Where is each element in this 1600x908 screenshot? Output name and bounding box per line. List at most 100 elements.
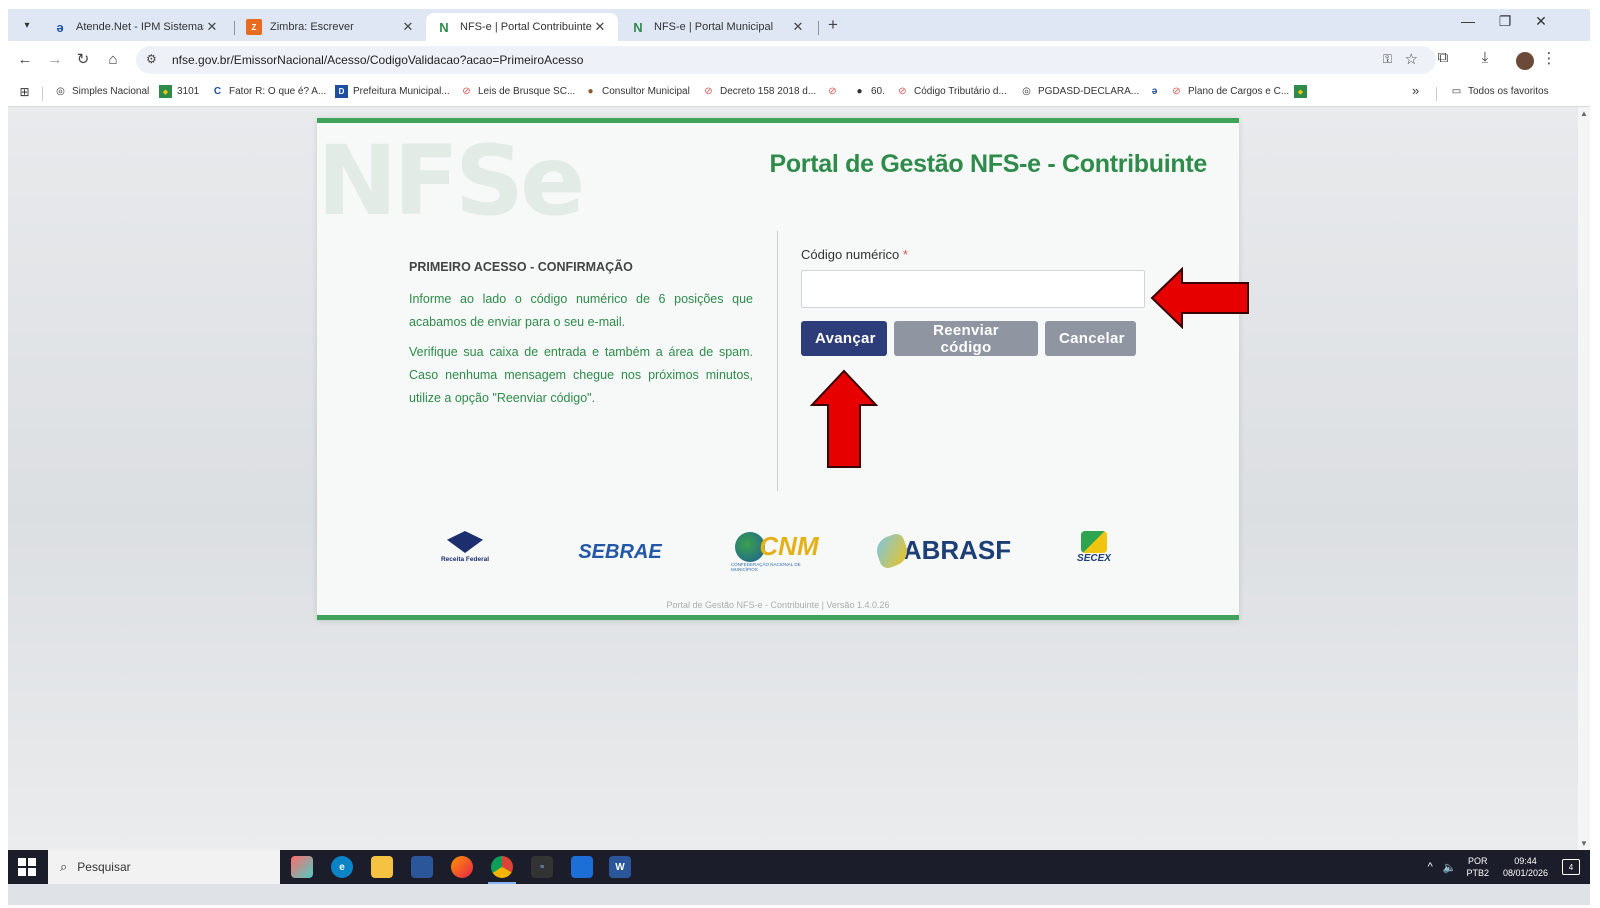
arrow-up-annotation-icon [810,369,878,468]
portal-card: NFSe Portal de Gestão NFS-e - Contribuin… [317,118,1239,620]
apps-grid-icon[interactable]: ⊞ [18,85,36,99]
secex-mark [1081,531,1107,553]
profile-avatar[interactable] [1516,52,1534,70]
tab-separator [818,21,819,35]
tab-title: NFS-e | Portal Contribuinte [460,21,592,33]
bookmark-leis-brusque[interactable]: ⊘ Leis de Brusque SC... [460,85,575,98]
clock[interactable]: 09:44 08/01/2026 [1503,855,1548,879]
tray-chevron-icon[interactable]: ^ [1428,861,1433,873]
person-icon: ● [587,86,594,97]
avancar-button[interactable]: Avançar [801,321,887,356]
bookmark-plano-cargos[interactable]: ⊘ Plano de Cargos e C... [1170,85,1289,98]
back-icon[interactable]: ← [14,49,36,71]
download-icon[interactable]: ⤓ [1474,49,1496,66]
copilot-icon[interactable] [291,856,313,878]
new-tab-button[interactable]: + [828,15,838,35]
tab-title: Atende.Net - IPM Sistemas Ltda [76,21,204,33]
notification-icon[interactable]: 4 [1562,859,1580,875]
tab-portal-municipal[interactable]: N NFS-e | Portal Municipal ✕ [620,13,816,41]
firefox-icon[interactable] [451,856,473,878]
menu-kebab-icon[interactable]: ⋮ [1538,49,1560,67]
volume-muted-icon[interactable]: 🔈 [1443,861,1457,874]
abrasf-logo: ABRASF [869,531,1019,570]
receita-mark [447,531,483,553]
store-icon[interactable] [411,856,433,878]
remote-app-icon[interactable]: ≡ [531,856,553,878]
arrow-left-annotation-icon [1150,267,1249,329]
flag-icon: ◆ [1294,85,1307,98]
leis-icon: ⊘ [462,86,471,97]
active-app-indicator [488,882,516,884]
scroll-down-icon[interactable]: ▼ [1580,839,1588,848]
version-footer: Portal de Gestão NFS-e - Contribuinte | … [666,600,890,610]
more-bookmarks-icon[interactable]: » [1412,83,1419,98]
scroll-up-icon[interactable]: ▲ [1580,109,1588,118]
c-icon: C [213,86,222,97]
column-divider [777,231,778,491]
leis-icon: ⊘ [898,86,907,97]
zimbra-icon: Z [246,19,262,35]
chrome-icon[interactable] [491,856,513,878]
tab-portal-contribuinte[interactable]: N NFS-e | Portal Contribuinte ✕ [426,13,618,41]
secex-logo: SECEX [1065,531,1123,564]
leis-icon: ⊘ [704,86,713,97]
restore-icon[interactable]: ❐ [1490,13,1520,30]
reenviar-codigo-button[interactable]: Reenviar código [894,321,1038,356]
bookmark-leis-2[interactable]: ⊘ [826,85,844,98]
document-app-icon[interactable] [571,856,593,878]
code-form: Código numérico * Avançar Reenviar códig… [801,247,1221,356]
bookmark-separator [1436,87,1437,101]
file-explorer-icon[interactable] [371,856,393,878]
bookmark-3101[interactable]: ◆ 3101 [159,85,199,98]
bookmark-decreto[interactable]: ⊘ Decreto 158 2018 d... [702,85,816,98]
start-button[interactable] [18,858,36,876]
vertical-scrollbar[interactable]: ▲ ▼ [1578,107,1590,850]
cancelar-button[interactable]: Cancelar [1045,321,1136,356]
bookmark-codigo-tributario[interactable]: ⊘ Código Tributário d... [896,85,1007,98]
tab-atende[interactable]: ə Atende.Net - IPM Sistemas Ltda ✕ [42,13,230,41]
reload-icon[interactable]: ↻ [72,49,94,71]
close-window-icon[interactable]: ✕ [1526,13,1556,30]
leis-icon: ⊘ [828,86,837,97]
extensions-icon[interactable]: ⧉ [1432,49,1454,66]
bookmark-flag-2[interactable]: ◆ [1294,85,1312,98]
all-bookmarks[interactable]: ▭ Todos os favoritos [1450,85,1549,98]
bookmark-consultor[interactable]: ● Consultor Municipal [584,85,689,98]
required-mark: * [902,247,908,262]
instruction-text-1: Informe ao lado o código numérico de 6 p… [409,292,753,329]
cnm-logo: CNM CONFEDERAÇÃO NACIONAL DE MUNICÍPIOS [731,531,819,572]
codigo-numerico-input[interactable] [801,270,1145,308]
close-icon[interactable]: ✕ [790,19,806,35]
language-indicator[interactable]: POR PTB2 [1466,855,1489,879]
minimize-icon[interactable]: — [1453,13,1483,29]
word-icon[interactable]: W [609,856,631,878]
bookmark-separator [42,87,43,101]
bookmark-star-icon[interactable]: ☆ [1405,50,1418,68]
flag-icon: ◆ [159,85,172,98]
close-icon[interactable]: ✕ [400,19,416,35]
password-key-icon[interactable]: ⚿ [1383,52,1392,67]
close-icon[interactable]: ✕ [592,19,608,35]
system-tray: ^ 🔈 POR PTB2 09:44 08/01/2026 4 [1428,850,1580,884]
bookmark-simples-nacional[interactable]: ◎ Simples Nacional [54,85,149,98]
site-info-icon[interactable]: ⚙ [146,52,157,66]
windows-taskbar: ⌕ Pesquisar e ≡ W ^ 🔈 POR PTB2 09:44 08/… [8,850,1590,884]
close-icon[interactable]: ✕ [204,19,220,35]
nfse-icon: N [633,19,643,35]
bookmark-60[interactable]: ● 60. [853,85,884,98]
nfse-watermark-logo: NFSe [317,125,585,237]
taskbar-search[interactable]: ⌕ Pesquisar [48,850,280,884]
tab-search-chevron-icon[interactable]: ▾ [16,15,38,35]
home-icon[interactable]: ⌂ [102,49,124,71]
url-text[interactable]: nfse.gov.br/EmissorNacional/Acesso/Codig… [172,53,583,67]
edge-icon[interactable]: e [331,856,353,878]
tab-zimbra[interactable]: Z Zimbra: Escrever ✕ [236,13,426,41]
bookmark-fator-r[interactable]: C Fator R: O que é? A... [211,85,326,98]
sebrae-logo: SEBRAE [578,541,662,563]
forward-icon[interactable]: → [44,49,66,71]
bookmark-atende[interactable]: ə [1148,85,1166,98]
bookmark-pgdasd[interactable]: ◎ PGDASD-DECLARA... [1020,85,1139,98]
bookmark-prefeitura[interactable]: D Prefeitura Municipal... [335,85,450,98]
address-bar[interactable]: ⚙ nfse.gov.br/EmissorNacional/Acesso/Cod… [136,46,1436,74]
person-icon: ● [856,86,863,97]
